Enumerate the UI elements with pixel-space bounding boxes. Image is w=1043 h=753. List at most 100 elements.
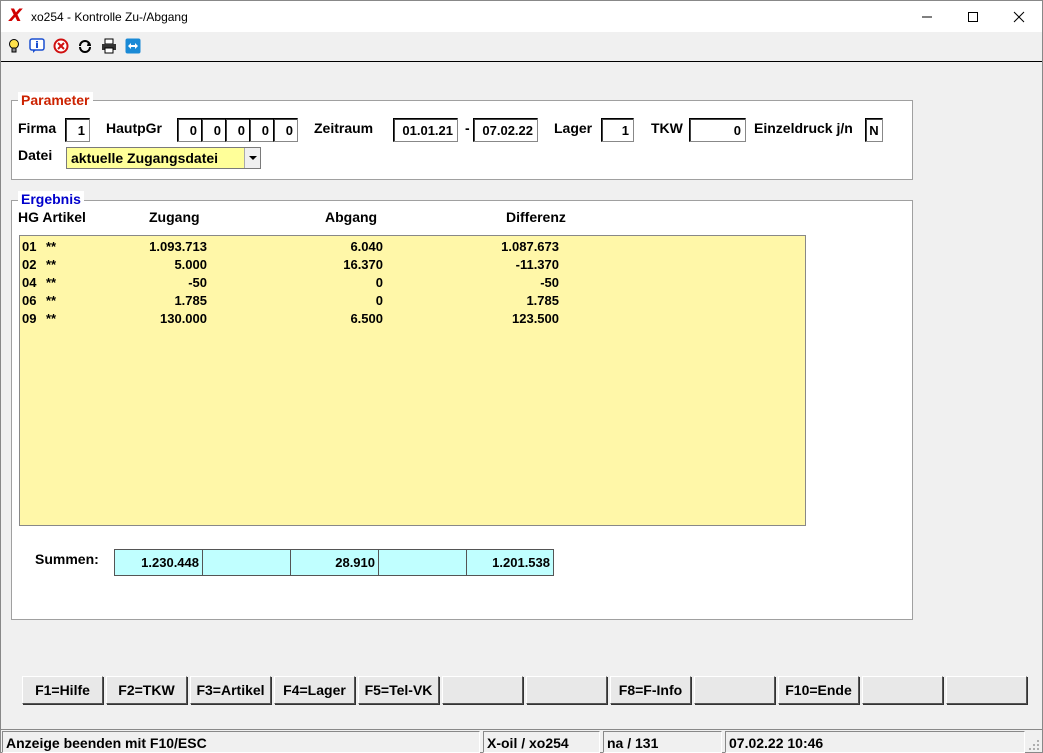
row-artikel: ** <box>46 275 57 290</box>
row-artikel: ** <box>46 239 57 254</box>
zeitraum-label: Zeitraum <box>314 120 374 136</box>
list-item[interactable]: 04 ** -50 0 -50 <box>20 273 805 291</box>
minimize-icon <box>922 16 932 17</box>
summe-zugang: 1.230.448 <box>114 549 203 576</box>
datei-select[interactable]: aktuelle Zugangsdatei <box>66 147 261 169</box>
header-abgang: Abgang <box>325 209 378 225</box>
row-abgang: 16.370 <box>343 257 383 272</box>
hauptgr-field-5[interactable]: 0 <box>273 118 298 142</box>
row-artikel: ** <box>46 311 57 326</box>
row-zugang: 1.093.713 <box>149 239 207 254</box>
stop-icon[interactable] <box>53 38 69 54</box>
hauptgr-field-1[interactable]: 0 <box>177 118 202 142</box>
list-item[interactable]: 09 ** 130.000 6.500 123.500 <box>20 309 805 327</box>
maximize-icon <box>968 11 978 22</box>
f10-ende-button[interactable]: F10=Ende <box>778 676 859 704</box>
einzeldruck-field[interactable]: N <box>865 118 883 142</box>
firma-field[interactable]: 1 <box>65 118 90 142</box>
f6-button[interactable] <box>442 676 523 704</box>
summen-label: Summen: <box>35 551 99 567</box>
toolbar <box>1 32 1042 62</box>
row-hg: 09 <box>22 311 37 326</box>
f8-f-info-button[interactable]: F8=F-Info <box>610 676 691 704</box>
row-zugang: 1.785 <box>174 293 207 308</box>
row-abgang: 0 <box>375 293 383 308</box>
lager-label: Lager <box>554 120 593 136</box>
row-hg: 06 <box>22 293 37 308</box>
lager-field[interactable]: 1 <box>601 118 634 142</box>
firma-label: Firma <box>18 120 57 136</box>
row-zugang: 130.000 <box>160 311 207 326</box>
tkw-label: TKW <box>651 120 683 136</box>
header-hg-artikel: HG Artikel <box>18 209 86 225</box>
hauptgr-label: HautpGr <box>106 120 162 136</box>
row-hg: 01 <box>22 239 37 254</box>
einzeldruck-label: Einzeldruck j/n <box>754 120 853 136</box>
minimize-button[interactable] <box>904 1 950 32</box>
f12-button[interactable] <box>946 676 1027 704</box>
info-icon[interactable] <box>29 38 45 54</box>
lightbulb-icon[interactable] <box>6 38 22 54</box>
row-differenz: 1.785 <box>526 293 559 308</box>
ergebnis-legend: Ergebnis <box>18 191 84 207</box>
list-item[interactable]: 02 ** 5.000 16.370 -11.370 <box>20 255 805 273</box>
row-hg: 02 <box>22 257 37 272</box>
status-user: na / 131 <box>603 731 722 753</box>
row-zugang: -50 <box>188 275 207 290</box>
window-title: xo254 - Kontrolle Zu-/Abgang <box>31 10 188 24</box>
printer-icon[interactable] <box>101 38 117 54</box>
close-icon <box>1013 11 1025 22</box>
status-datetime: 07.02.22 10:46 <box>725 731 1025 753</box>
hauptgr-field-4[interactable]: 0 <box>249 118 274 142</box>
tkw-field[interactable]: 0 <box>689 118 746 142</box>
summe-blank-2 <box>378 549 467 576</box>
summe-blank-1 <box>202 549 291 576</box>
datei-select-value: aktuelle Zugangsdatei <box>71 150 219 166</box>
f5-tel-vk-button[interactable]: F5=Tel-VK <box>358 676 439 704</box>
app-window: X xo254 - Kontrolle Zu-/Abgang Parameter… <box>0 0 1043 753</box>
zeitraum-to-field[interactable]: 07.02.22 <box>473 118 538 142</box>
summe-abgang: 28.910 <box>290 549 379 576</box>
resize-grip-icon[interactable] <box>1028 739 1040 751</box>
row-differenz: -50 <box>540 275 559 290</box>
refresh-icon[interactable] <box>77 38 93 54</box>
list-item[interactable]: 01 ** 1.093.713 6.040 1.087.673 <box>20 237 805 255</box>
hauptgr-field-2[interactable]: 0 <box>201 118 226 142</box>
header-zugang: Zugang <box>149 209 200 225</box>
row-artikel: ** <box>46 293 57 308</box>
status-message: Anzeige beenden mit F10/ESC <box>2 731 480 753</box>
status-bar: Anzeige beenden mit F10/ESC X-oil / xo25… <box>1 729 1042 753</box>
row-abgang: 6.500 <box>350 311 383 326</box>
row-differenz: -11.370 <box>515 257 559 272</box>
f3-artikel-button[interactable]: F3=Artikel <box>190 676 271 704</box>
zeitraum-separator: - <box>465 120 470 136</box>
f2-tkw-button[interactable]: F2=TKW <box>106 676 187 704</box>
app-logo-icon: X <box>9 6 23 26</box>
f11-button[interactable] <box>862 676 943 704</box>
f9-button[interactable] <box>694 676 775 704</box>
header-differenz: Differenz <box>506 209 566 225</box>
row-differenz: 1.087.673 <box>501 239 559 254</box>
row-zugang: 5.000 <box>174 257 207 272</box>
f4-lager-button[interactable]: F4=Lager <box>274 676 355 704</box>
row-artikel: ** <box>46 257 57 272</box>
parameter-legend: Parameter <box>18 92 93 108</box>
chevron-down-icon[interactable] <box>244 148 260 168</box>
row-differenz: 123.500 <box>512 311 559 326</box>
list-item[interactable]: 06 ** 1.785 0 1.785 <box>20 291 805 309</box>
hauptgr-field-3[interactable]: 0 <box>225 118 250 142</box>
result-list[interactable]: 01 ** 1.093.713 6.040 1.087.673 02 ** 5.… <box>19 235 806 526</box>
row-abgang: 6.040 <box>350 239 383 254</box>
row-abgang: 0 <box>375 275 383 290</box>
close-button[interactable] <box>996 1 1042 32</box>
status-program: X-oil / xo254 <box>483 731 600 753</box>
maximize-button[interactable] <box>950 1 996 32</box>
zeitraum-from-field[interactable]: 01.01.21 <box>393 118 458 142</box>
title-bar[interactable]: X xo254 - Kontrolle Zu-/Abgang <box>1 1 1042 32</box>
row-hg: 04 <box>22 275 37 290</box>
f1-hilfe-button[interactable]: F1=Hilfe <box>22 676 103 704</box>
remote-icon[interactable] <box>125 38 141 54</box>
datei-label: Datei <box>18 147 53 163</box>
f7-button[interactable] <box>526 676 607 704</box>
summe-differenz: 1.201.538 <box>466 549 554 576</box>
